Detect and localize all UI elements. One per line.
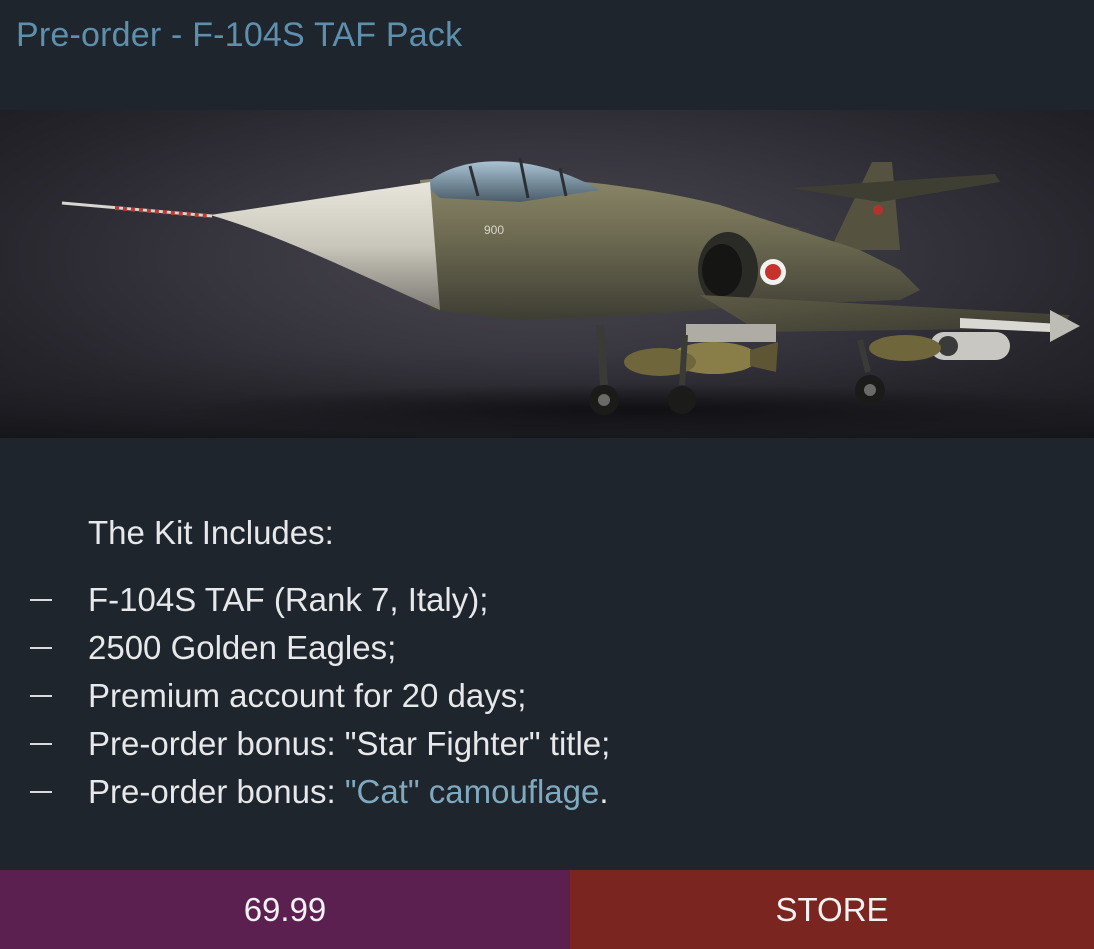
dash-icon (30, 791, 52, 793)
aircraft-marking: 900 (484, 223, 504, 237)
jet-aircraft-illustration: 900 (0, 157, 1094, 438)
list-item-text: Premium account for 20 days; (88, 677, 527, 714)
list-item-prefix: Pre-order bonus: (88, 773, 345, 810)
hero-image: 900 (0, 110, 1094, 438)
camouflage-link[interactable]: "Cat" camouflage (345, 773, 600, 810)
dash-icon (30, 599, 52, 601)
list-item-text: Pre-order bonus: "Star Fighter" title; (88, 725, 611, 762)
list-item-suffix: . (599, 773, 609, 810)
dash-icon (30, 743, 52, 745)
list-item-text: 2500 Golden Eagles; (88, 629, 397, 666)
list-item-text: F-104S TAF (Rank 7, Italy); (88, 581, 489, 618)
kit-details: The Kit Includes: F-104S TAF (Rank 7, It… (0, 438, 1094, 870)
dash-icon (30, 695, 52, 697)
store-button[interactable]: STORE (570, 870, 1094, 949)
header: Pre-order - F-104S TAF Pack (0, 0, 1094, 110)
footer-bar: 69.99 STORE (0, 870, 1094, 949)
kit-heading: The Kit Includes: (88, 514, 334, 551)
price-button[interactable]: 69.99 (0, 870, 570, 949)
page-title: Pre-order - F-104S TAF Pack (16, 16, 463, 54)
list-item-text: Pre-order bonus: "Cat" camouflage. (88, 768, 609, 816)
dash-icon (30, 647, 52, 649)
preorder-pack-page: Pre-order - F-104S TAF Pack 900 The Kit … (0, 0, 1094, 949)
